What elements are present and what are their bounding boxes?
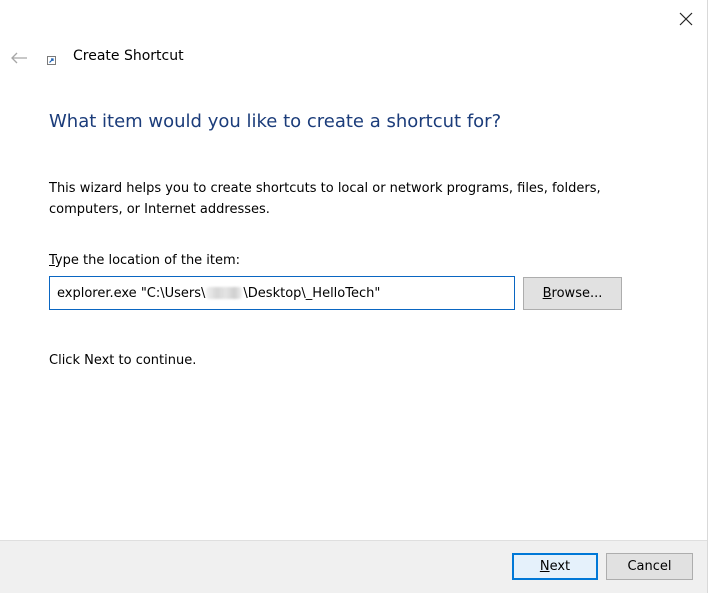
cancel-button[interactable]: Cancel [606,553,693,580]
browse-mnemonic: B [542,286,552,301]
next-mnemonic: N [539,559,550,574]
page-heading: What item would you like to create a sho… [49,111,502,132]
browse-label: rowse... [551,286,603,301]
location-value-end: \Desktop\_HelloTech" [243,285,381,301]
shortcut-icon [47,56,56,65]
close-icon [679,12,693,26]
location-value-start: explorer.exe "C:\Users\ [57,285,206,301]
redacted-username [206,287,243,299]
next-label: ext [549,559,571,574]
window-title: Create Shortcut [73,48,184,64]
close-button[interactable] [666,4,706,34]
back-button[interactable] [6,46,32,70]
create-shortcut-window: Create Shortcut What item would you like… [0,0,708,593]
footer-bar: Next Cancel [0,540,707,593]
back-arrow-icon [11,52,27,64]
location-input[interactable]: explorer.exe "C:\Users\ \Desktop\_HelloTe… [49,276,515,310]
browse-button[interactable]: Browse... [523,277,622,310]
location-label: Type the location of the item: [49,253,240,268]
location-label-text: ype the location of the item: [54,253,241,268]
next-button[interactable]: Next [512,553,598,580]
continue-instruction: Click Next to continue. [49,353,197,368]
wizard-description: This wizard helps you to create shortcut… [49,181,601,217]
